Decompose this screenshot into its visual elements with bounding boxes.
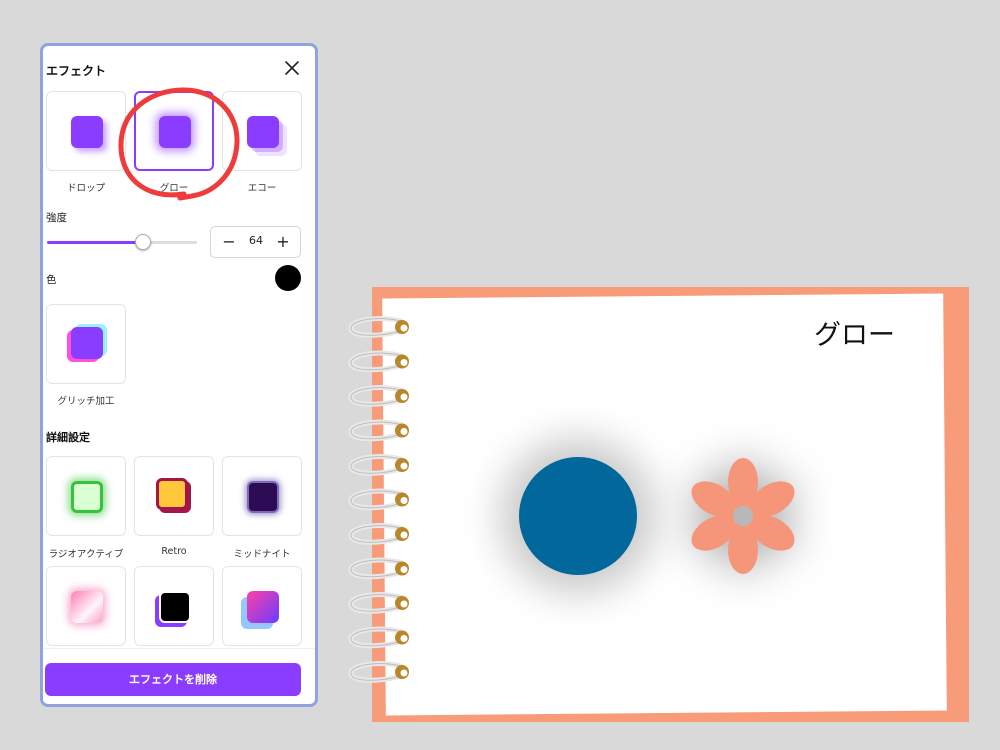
spiral-ring [348, 454, 409, 476]
glitch-preview-icon [71, 327, 103, 359]
black-preview-icon [159, 591, 191, 623]
radioactive-preview-icon [71, 481, 103, 513]
advanced-card-radioactive[interactable] [46, 456, 126, 536]
spiral-ring [348, 350, 409, 373]
intensity-stepper: − 64 + [210, 226, 301, 258]
pink-gradient-preview-icon [71, 591, 103, 623]
advanced-label-midnight: ミッドナイト [233, 549, 291, 560]
close-icon[interactable] [283, 59, 301, 77]
effect-card-glitch[interactable] [46, 304, 126, 384]
advanced-card-retro[interactable] [134, 456, 214, 536]
flower-shape-icon[interactable] [680, 453, 806, 579]
annotation-circle-icon [118, 87, 240, 201]
retro-preview-icon [156, 478, 188, 510]
spiral-ring [348, 557, 409, 580]
spiral-ring [348, 626, 409, 649]
gradient-preview-icon [247, 591, 279, 623]
notebook-spiral-icon [348, 316, 409, 683]
spiral-ring [348, 419, 409, 442]
spiral-ring [348, 523, 409, 545]
advanced-card-5[interactable] [134, 566, 214, 646]
stepper-plus-button[interactable]: + [273, 231, 293, 253]
panel-title: エフェクト [46, 64, 107, 78]
spiral-ring [348, 661, 409, 683]
midnight-preview-icon [247, 481, 279, 513]
color-label: 色 [46, 274, 57, 286]
color-swatch[interactable] [275, 265, 301, 291]
stepper-minus-button[interactable]: − [219, 231, 239, 253]
spiral-ring [348, 488, 409, 511]
intensity-slider-fill [47, 241, 143, 244]
canvas-title: グロー [814, 320, 895, 351]
blue-circle-shape[interactable] [519, 457, 637, 575]
spiral-ring [348, 592, 409, 614]
delete-effect-button[interactable]: エフェクトを削除 [45, 663, 301, 696]
panel-divider [43, 648, 315, 649]
advanced-card-midnight[interactable] [222, 456, 302, 536]
intensity-slider-thumb[interactable] [135, 234, 151, 250]
notebook-page [382, 293, 947, 716]
advanced-label-retro: Retro [161, 546, 187, 557]
advanced-title: 詳細設定 [46, 431, 90, 444]
advanced-card-6[interactable] [222, 566, 302, 646]
stepper-value[interactable]: 64 [241, 234, 271, 247]
spiral-ring [348, 316, 409, 338]
advanced-label-radioactive: ラジオアクティブ [48, 549, 124, 560]
echo-preview-icon [247, 116, 279, 148]
drop-preview-icon [71, 116, 103, 148]
spiral-ring [348, 385, 409, 407]
flower-hole [733, 506, 753, 526]
advanced-card-4[interactable] [46, 566, 126, 646]
intensity-label: 強度 [46, 212, 67, 224]
effect-label-glitch: グリッチ加工 [57, 396, 115, 407]
